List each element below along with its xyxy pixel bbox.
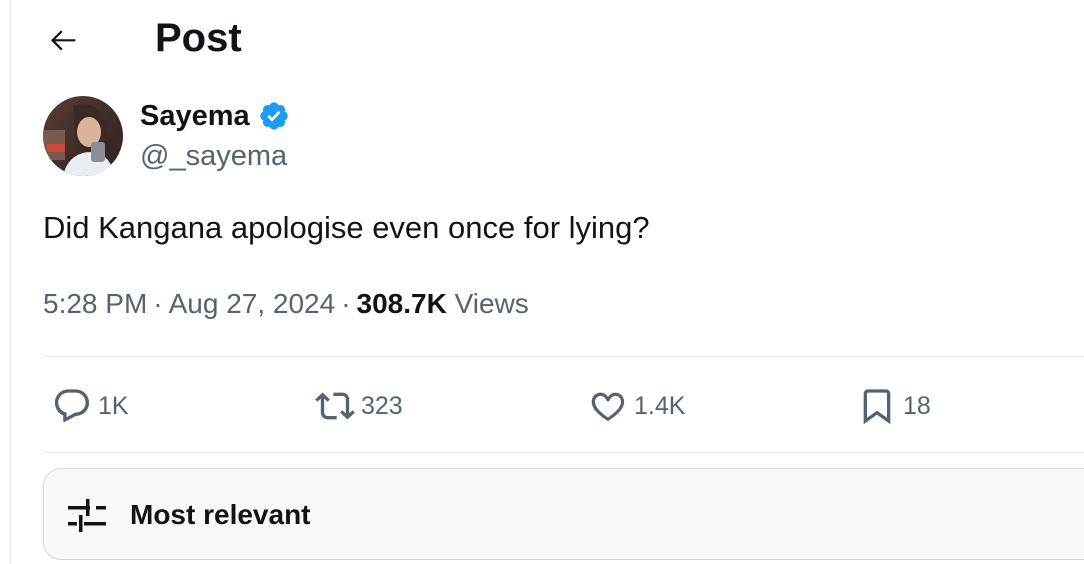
reply-count: 1K bbox=[98, 392, 129, 420]
reply-icon bbox=[54, 389, 90, 423]
page-title: Post bbox=[155, 16, 242, 60]
sort-replies-dropdown[interactable]: Most relevant bbox=[43, 468, 1084, 560]
sliders-icon bbox=[68, 499, 106, 532]
post-date[interactable]: Aug 27, 2024 bbox=[169, 288, 336, 319]
reply-button[interactable]: 1K bbox=[52, 384, 129, 428]
views-label: Views bbox=[454, 288, 529, 319]
bookmark-icon bbox=[863, 389, 891, 425]
divider bbox=[43, 452, 1084, 453]
repost-count: 323 bbox=[361, 392, 403, 420]
heart-icon bbox=[591, 392, 625, 421]
author-display-name[interactable]: Sayema bbox=[140, 98, 250, 134]
sort-label: Most relevant bbox=[130, 499, 311, 530]
like-button[interactable]: 1.4K bbox=[588, 384, 685, 428]
avatar[interactable] bbox=[43, 96, 123, 176]
repost-button[interactable]: 323 bbox=[315, 384, 403, 428]
arrow-left-icon bbox=[50, 30, 76, 51]
author-handle[interactable]: @_sayema bbox=[140, 139, 287, 173]
separator-dot: · bbox=[341, 288, 351, 319]
like-count: 1.4K bbox=[634, 392, 686, 420]
verified-badge-icon[interactable] bbox=[258, 100, 290, 132]
post-metadata: 5:28 PM · Aug 27, 2024 · 308.7K Views bbox=[43, 284, 529, 324]
back-button[interactable] bbox=[44, 20, 84, 60]
views-count: 308.7K bbox=[356, 288, 447, 319]
separator-dot: · bbox=[153, 288, 163, 319]
post-time[interactable]: 5:28 PM bbox=[43, 288, 147, 319]
column-border bbox=[10, 0, 11, 564]
bookmark-count: 18 bbox=[903, 392, 931, 420]
post-text: Did Kangana apologise even once for lyin… bbox=[43, 210, 650, 245]
divider bbox=[43, 356, 1084, 357]
bookmark-button[interactable]: 18 bbox=[857, 384, 931, 428]
repost-icon bbox=[315, 392, 355, 420]
page-header: Post bbox=[0, 0, 1084, 78]
author-name-row: Sayema bbox=[140, 98, 290, 134]
